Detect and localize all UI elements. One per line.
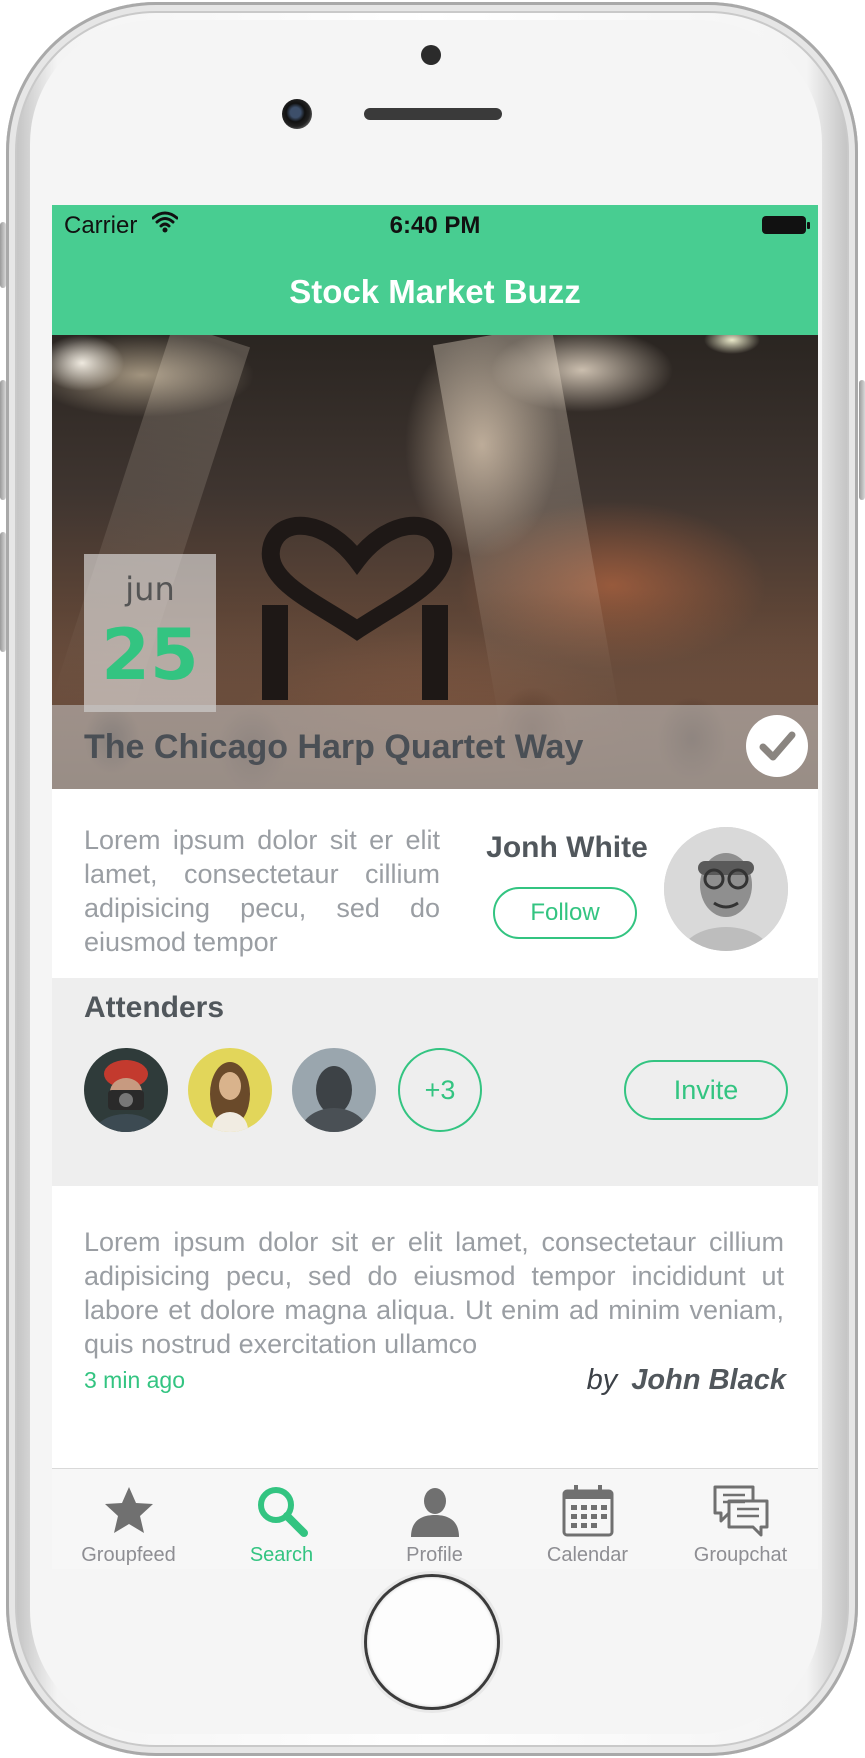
post-section: Lorem ipsum dolor sit er elit lamet, con…	[52, 1186, 818, 1476]
proximity-sensor	[421, 45, 441, 65]
post-byline: by John Black	[587, 1364, 786, 1397]
tab-bar: Groupfeed Search Profile Calendar Groupc…	[52, 1468, 818, 1569]
person-icon	[410, 1488, 459, 1537]
battery-icon	[762, 216, 810, 234]
checkmark-icon	[759, 731, 796, 761]
tab-label: Groupfeed	[81, 1544, 176, 1566]
host-name: Jonh White	[486, 831, 648, 864]
event-title-band: The Chicago Harp Quartet Way	[52, 705, 818, 789]
attending-check-button[interactable]	[746, 715, 808, 777]
app-screen: Carrier 6:40 PM Stock Market Buzz jun 25…	[52, 205, 818, 1569]
attenders-title: Attenders	[84, 991, 225, 1024]
attender-photo	[188, 1048, 272, 1132]
home-button[interactable]	[367, 1577, 497, 1707]
byline-prefix: by	[586, 1364, 618, 1396]
host-section: Lorem ipsum dolor sit er elit lamet, con…	[52, 789, 818, 978]
attender-photo	[84, 1048, 168, 1132]
attender-avatar[interactable]	[188, 1048, 272, 1132]
volume-up-button	[0, 380, 6, 500]
search-icon	[257, 1487, 308, 1537]
host-portrait-image	[664, 827, 788, 951]
attender-avatar[interactable]	[84, 1048, 168, 1132]
tab-profile[interactable]: Profile	[358, 1469, 511, 1569]
mute-switch	[0, 222, 6, 288]
date-day: 25	[101, 614, 199, 696]
post-timestamp: 3 min ago	[84, 1367, 186, 1393]
calendar-icon	[562, 1485, 613, 1537]
invite-button[interactable]: Invite	[624, 1060, 788, 1120]
front-camera	[282, 99, 312, 129]
follow-button[interactable]: Follow	[493, 887, 637, 939]
tab-calendar[interactable]: Calendar	[511, 1469, 664, 1569]
clock: 6:40 PM	[389, 212, 481, 239]
attender-avatar[interactable]	[292, 1048, 376, 1132]
power-button	[859, 380, 865, 500]
chat-icon	[713, 1485, 768, 1537]
star-icon	[104, 1487, 153, 1533]
more-attenders-button[interactable]: +3	[398, 1048, 482, 1132]
tab-groupchat[interactable]: Groupchat	[664, 1469, 817, 1569]
event-hero-image: jun 25 The Chicago Harp Quartet Way	[52, 335, 818, 789]
heart-hands-silhouette	[261, 516, 453, 700]
date-badge: jun 25	[84, 554, 216, 712]
tab-label: Groupchat	[693, 1544, 788, 1566]
event-title: The Chicago Harp Quartet Way	[84, 728, 584, 766]
navigation-bar: Stock Market Buzz	[52, 245, 818, 335]
attender-photo	[292, 1048, 376, 1132]
host-blurb: Lorem ipsum dolor sit er elit lamet, con…	[84, 825, 440, 957]
tab-label: Search	[249, 1544, 314, 1566]
post-author[interactable]: John Black	[631, 1364, 786, 1396]
page-title: Stock Market Buzz	[289, 273, 581, 310]
tab-label: Calendar	[546, 1544, 629, 1566]
tab-groupfeed[interactable]: Groupfeed	[52, 1469, 205, 1569]
host-avatar[interactable]	[664, 827, 788, 951]
earpiece-speaker	[364, 108, 502, 120]
status-bar: Carrier 6:40 PM	[52, 205, 818, 245]
volume-down-button	[0, 532, 6, 652]
tab-search[interactable]: Search	[205, 1469, 358, 1569]
tab-label: Profile	[406, 1544, 463, 1566]
date-month: jun	[125, 570, 175, 608]
post-body: Lorem ipsum dolor sit er elit lamet, con…	[84, 1227, 784, 1359]
attenders-section: Attenders +3 Invite	[52, 978, 818, 1186]
